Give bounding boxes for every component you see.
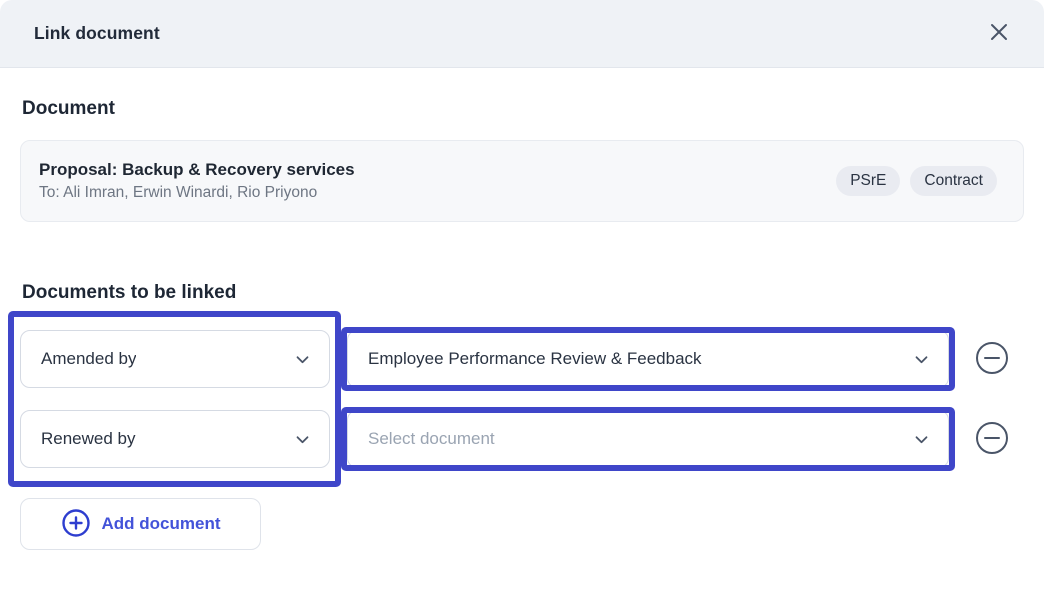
linked-section-heading: Documents to be linked (22, 282, 236, 304)
relation-select-row2-value: Renewed by (41, 429, 136, 449)
page-title: Link document (34, 23, 160, 44)
document-card-badges: PSrE Contract (836, 166, 997, 196)
document-select-row1-value: Employee Performance Review & Feedback (368, 349, 702, 369)
chevron-down-icon (294, 351, 311, 368)
remove-row1-button[interactable] (975, 342, 1009, 376)
link-document-modal: Link document Document Proposal: Backup … (0, 0, 1044, 606)
minus-circle-icon (975, 421, 1009, 458)
relation-select-row1[interactable]: Amended by (20, 330, 330, 388)
add-document-button[interactable]: Add document (20, 498, 261, 550)
badge-psre: PSrE (836, 166, 900, 196)
badge-contract: Contract (910, 166, 997, 196)
document-section-heading: Document (22, 98, 115, 120)
document-card-recipients: To: Ali Imran, Erwin Winardi, Rio Priyon… (39, 184, 355, 202)
add-document-label: Add document (102, 514, 221, 534)
plus-circle-icon (61, 508, 91, 541)
document-card: Proposal: Backup & Recovery services To:… (20, 140, 1024, 222)
close-button[interactable] (984, 19, 1014, 49)
chevron-down-icon (913, 351, 930, 368)
close-icon (988, 21, 1010, 46)
document-select-row1[interactable]: Employee Performance Review & Feedback (347, 330, 949, 388)
modal-header: Link document (0, 0, 1044, 68)
chevron-down-icon (294, 431, 311, 448)
relation-select-row1-value: Amended by (41, 349, 136, 369)
document-card-text: Proposal: Backup & Recovery services To:… (39, 160, 355, 202)
relation-select-row2[interactable]: Renewed by (20, 410, 330, 468)
document-select-row2[interactable]: Select document (347, 410, 949, 468)
document-card-title: Proposal: Backup & Recovery services (39, 160, 355, 180)
minus-circle-icon (975, 341, 1009, 378)
remove-row2-button[interactable] (975, 422, 1009, 456)
document-select-row2-placeholder: Select document (368, 429, 495, 449)
chevron-down-icon (913, 431, 930, 448)
